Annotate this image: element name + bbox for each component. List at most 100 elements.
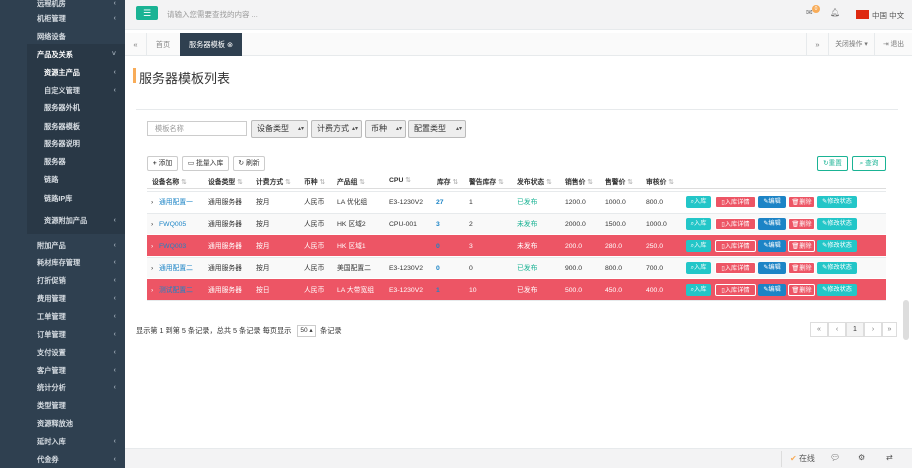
chat-icon[interactable]: 💬︎	[830, 453, 840, 462]
tab-close-icon[interactable]: ⊗	[227, 40, 233, 49]
expand-row-icon[interactable]: ›	[151, 258, 153, 279]
sidebar-item-24[interactable]: 延时入库 ‹	[0, 436, 125, 448]
sidebar-item-12[interactable]: 资源附加产品 ‹	[0, 215, 125, 227]
column-header[interactable]: 销售价 ⇅	[565, 176, 593, 186]
sidebar-item-18[interactable]: 订单管理 ‹	[0, 329, 125, 341]
stock-in-button[interactable]: ⌕入库	[686, 196, 711, 208]
column-header[interactable]: 审核价 ⇅	[646, 176, 674, 186]
device-name-link[interactable]: FWQ003	[159, 236, 186, 257]
currency-select[interactable]: 币种 ▴▾	[365, 120, 406, 138]
column-header[interactable]: 计费方式 ⇅	[256, 176, 291, 186]
sidebar-item-14[interactable]: 耗材库存管理 ‹	[0, 257, 125, 269]
delete-button[interactable]: 🗑︎删除	[788, 284, 815, 296]
table-row[interactable]: › 测试配置二 通用服务器 按日 人民币 LA 大带宽组 E3-1230V2 1 10 已发布 50…	[147, 279, 886, 300]
sidebar-item-7[interactable]: 服务器模板	[0, 121, 125, 133]
change-status-button[interactable]: ✎修改状态	[817, 240, 857, 252]
device-type-select[interactable]: 设备类型 ▴▾	[251, 120, 308, 138]
sidebar-item-10[interactable]: 链路	[0, 174, 125, 186]
sidebar-item-23[interactable]: 资源释放池	[0, 418, 125, 430]
device-name-link[interactable]: 测试配置二	[159, 280, 193, 301]
column-header[interactable]: 设备名称 ⇅	[152, 176, 187, 186]
change-status-button[interactable]: ✎修改状态	[817, 284, 857, 296]
online-status[interactable]: ✔ 在线	[781, 451, 827, 467]
billing-select[interactable]: 计费方式 ▴▾	[311, 120, 362, 138]
batch-import-button[interactable]: ▭ 批量入库	[182, 156, 229, 171]
column-header[interactable]: 售警价 ⇅	[605, 176, 633, 186]
search-button[interactable]: ⌕ 查询	[852, 156, 886, 171]
global-search-input[interactable]: 请输入您需要查找的内容 ...	[167, 9, 258, 20]
tab-home[interactable]: 首页	[147, 33, 179, 56]
edit-button[interactable]: ✎编辑	[758, 284, 786, 296]
expand-row-icon[interactable]: ›	[151, 214, 153, 235]
tabs-scroll-right-icon[interactable]: »	[806, 33, 828, 56]
delete-button[interactable]: 🗑︎删除	[788, 240, 815, 252]
swap-icon[interactable]: ⇄	[886, 453, 893, 462]
reset-button[interactable]: ↻重置	[817, 156, 848, 171]
sidebar-item-13[interactable]: 附加产品 ‹	[0, 240, 125, 252]
sidebar-item-25[interactable]: 代金券 ‹	[0, 454, 125, 466]
sidebar-item-9[interactable]: 服务器	[0, 156, 125, 168]
scrollbar[interactable]	[903, 300, 909, 340]
page-size-select[interactable]: 50 ▴	[297, 325, 316, 337]
stock-in-button[interactable]: ⌕入库	[686, 262, 711, 274]
delete-button[interactable]: 🗑︎删除	[788, 262, 815, 274]
sidebar-item-11[interactable]: 链路IP库	[0, 193, 125, 205]
logout-button[interactable]: ⇥ 退出	[874, 33, 912, 56]
change-status-button[interactable]: ✎修改状态	[817, 196, 857, 208]
sidebar-item-2[interactable]: 网络设备	[0, 31, 125, 43]
delete-button[interactable]: 🗑︎删除	[788, 196, 815, 208]
edit-button[interactable]: ✎编辑	[758, 240, 786, 252]
stock-detail-button[interactable]: ▯入库详情	[715, 240, 756, 252]
page-1-button[interactable]: 1	[846, 322, 864, 337]
stock-detail-button[interactable]: ▯入库详情	[715, 262, 756, 274]
sidebar-item-15[interactable]: 打折促销 ‹	[0, 275, 125, 287]
sidebar-item-22[interactable]: 类型管理	[0, 400, 125, 412]
expand-row-icon[interactable]: ›	[151, 192, 153, 213]
sidebar-item-3[interactable]: 产品及关系 ˅	[0, 49, 125, 61]
table-row[interactable]: › 通用配置二 通用服务器 按月 人民币 美国配置二 E3-1230V2 0 0 已发布 900.0…	[147, 257, 886, 278]
sidebar-item-0[interactable]: 远程机房 ‹	[0, 0, 125, 10]
refresh-button[interactable]: ↻ 刷新	[233, 156, 265, 171]
sidebar-item-17[interactable]: 工单管理 ‹	[0, 311, 125, 323]
stock-detail-button[interactable]: ▯入库详情	[715, 196, 756, 208]
tab-server-template[interactable]: 服务器模板 ⊗	[180, 33, 242, 56]
column-header[interactable]: 设备类型 ⇅	[208, 176, 243, 186]
column-header[interactable]: 币种 ⇅	[304, 176, 325, 186]
edit-button[interactable]: ✎编辑	[758, 218, 786, 230]
column-header[interactable]: 警告库存 ⇅	[469, 176, 504, 186]
sidebar-item-8[interactable]: 服务器说明	[0, 138, 125, 150]
sidebar-item-4[interactable]: 资源主产品 ‹	[0, 67, 125, 79]
menu-toggle-button[interactable]: ☰	[136, 6, 158, 20]
add-button[interactable]: + 添加	[147, 156, 178, 171]
gear-icon[interactable]: ⚙	[858, 453, 865, 462]
change-status-button[interactable]: ✎修改状态	[817, 218, 857, 230]
page-last-button[interactable]: »	[882, 322, 897, 337]
sidebar-item-21[interactable]: 统计分析 ‹	[0, 382, 125, 394]
page-first-button[interactable]: «	[810, 322, 828, 337]
tabs-scroll-left-icon[interactable]: «	[125, 33, 147, 56]
sidebar-item-20[interactable]: 客户管理 ‹	[0, 365, 125, 377]
stock-detail-button[interactable]: ▯入库详情	[715, 218, 756, 230]
device-name-link[interactable]: 通用配置一	[159, 192, 193, 213]
expand-row-icon[interactable]: ›	[151, 280, 153, 301]
device-name-link[interactable]: FWQ005	[159, 214, 186, 235]
page-next-button[interactable]: ›	[864, 322, 882, 337]
table-row[interactable]: › FWQ003 通用服务器 按月 人民币 HK 区域1 0 3 未发布 200.0 280.0 25…	[147, 235, 886, 256]
language-switch[interactable]: 中国 中文	[872, 10, 904, 21]
bell-icon[interactable]: 🔔︎	[830, 8, 840, 17]
sidebar-item-6[interactable]: 服务器外机	[0, 102, 125, 114]
delete-button[interactable]: 🗑︎删除	[788, 218, 815, 230]
table-row[interactable]: › 通用配置一 通用服务器 按月 人民币 LA 优化组 E3-1230V2 27 1 已发布 120…	[147, 191, 886, 212]
stock-in-button[interactable]: ⌕入库	[686, 218, 711, 230]
page-prev-button[interactable]: ‹	[828, 322, 846, 337]
column-header[interactable]: 库存 ⇅	[437, 176, 458, 186]
stock-in-button[interactable]: ⌕入库	[686, 284, 711, 296]
edit-button[interactable]: ✎编辑	[758, 262, 786, 274]
sidebar-item-5[interactable]: 自定义管理 ‹	[0, 85, 125, 97]
stock-in-button[interactable]: ⌕入库	[686, 240, 711, 252]
sidebar-item-16[interactable]: 费用管理 ‹	[0, 293, 125, 305]
config-type-select[interactable]: 配置类型 ▴▾	[408, 120, 466, 138]
device-name-link[interactable]: 通用配置二	[159, 258, 193, 279]
close-ops-dropdown[interactable]: 关闭操作 ▾	[828, 33, 874, 56]
change-status-button[interactable]: ✎修改状态	[817, 262, 857, 274]
